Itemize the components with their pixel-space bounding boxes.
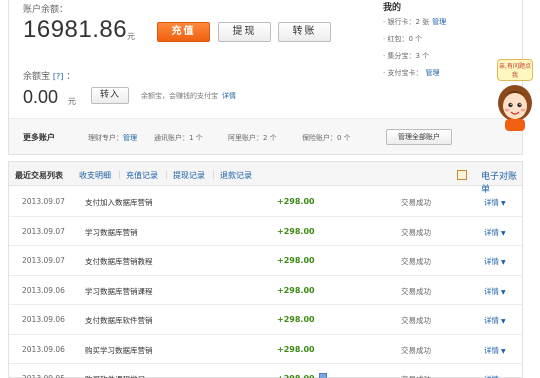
- ali-account: 阿里账户：2 个: [228, 134, 277, 142]
- telecom-account: 通讯账户：1 个: [154, 134, 203, 142]
- transaction-amount: +298.00: [277, 315, 315, 324]
- transaction-amount: +298.00: [277, 256, 315, 265]
- transaction-status: 交易成功: [401, 227, 431, 237]
- yuebao-unit: 元: [68, 97, 76, 106]
- yuebao-transfer-in-button[interactable]: 转入: [91, 87, 129, 104]
- alipay-card-manage-link[interactable]: 管理: [425, 69, 439, 77]
- tab-separator: |: [118, 170, 121, 179]
- caret-down-icon: ▼: [501, 259, 506, 266]
- transactions-list: 2013.09.07 支付加入数据库营销 +298.00 交易成功 详情 ▼ 2013.09…: [9, 187, 522, 378]
- finance-manage-link[interactable]: 管理: [123, 134, 137, 142]
- transfer-button[interactable]: 转账: [278, 22, 331, 42]
- girl-avatar-icon: [498, 85, 532, 131]
- transaction-name: 支付加入数据库营销: [85, 198, 153, 207]
- balance-amount: 16981.86: [23, 16, 128, 43]
- tab-income-expense[interactable]: 收支明细: [79, 170, 111, 181]
- charge-button[interactable]: 充值: [157, 22, 210, 42]
- table-row: 2013.09.06 购买学习数据库营销 +298.00 交易成功 详情 ▼: [9, 335, 522, 364]
- tab-separator: |: [212, 170, 215, 179]
- yuebao-label: 余额宝 [?] ：: [23, 72, 76, 82]
- table-row: 2013.09.07 支付数据库营销教程 +298.00 交易成功 详情 ▼: [9, 246, 522, 276]
- detail-label: 详情: [484, 345, 499, 355]
- transaction-date: 2013.09.05: [22, 374, 65, 378]
- asset-bank-card: · 银行卡：2 张管理: [383, 18, 447, 26]
- manage-all-accounts-button[interactable]: 管理全部账户: [386, 129, 452, 145]
- tab-separator: |: [165, 170, 168, 179]
- detail-label: 详情: [484, 257, 499, 266]
- transaction-status: 交易成功: [401, 345, 431, 355]
- yuebao-note: 余额宝，会赚钱的支付宝 详情: [141, 92, 236, 100]
- transaction-amount: +298.00: [277, 226, 315, 236]
- transaction-date: 2013.09.07: [22, 256, 65, 265]
- transaction-status: 交易成功: [401, 198, 431, 207]
- helper-bubble[interactable]: 亲,有问题点我: [497, 59, 533, 81]
- customer-service-helper[interactable]: 亲,有问题点我: [493, 59, 537, 133]
- flag-icon: [319, 373, 327, 378]
- transaction-amount: +298.00: [277, 344, 315, 354]
- detail-label: 详情: [484, 198, 499, 207]
- account-panel: 账户余额： 16981.86 元 充值 提现 转账 余额宝 [?] ： 0.00…: [8, 0, 523, 155]
- transaction-date: 2013.09.06: [22, 315, 65, 324]
- caret-down-icon: ▼: [501, 318, 506, 325]
- assets-title: 我的: [383, 3, 402, 13]
- asset-jifenbao: · 集分宝：3 个: [383, 52, 430, 60]
- transaction-detail-link[interactable]: 详情▼: [484, 227, 506, 238]
- table-row: 2013.09.07 学习数据库营销 +298.00 交易成功 详情 ▼: [9, 217, 522, 246]
- more-accounts-row: 更多账户 理财专户：管理 通讯账户：1 个 阿里账户：2 个 保险账户：0 个 …: [9, 118, 522, 154]
- finance-account: 理财专户：管理: [88, 134, 137, 142]
- transaction-name: 支付数据库软件营销: [85, 316, 153, 325]
- recent-transactions-panel: 最近交易列表 收支明细 | 充值记录 | 提现记录 | 退款记录 电子对账单 2…: [8, 161, 523, 378]
- transaction-amount: +298.00: [277, 197, 315, 206]
- transaction-date: 2013.09.06: [22, 285, 65, 295]
- transactions-title: 最近交易列表: [15, 171, 63, 180]
- tab-refund-records[interactable]: 退款记录: [220, 170, 252, 181]
- caret-down-icon: ▼: [501, 229, 506, 237]
- yuebao-help-link[interactable]: [?]: [53, 72, 64, 81]
- transaction-detail-link[interactable]: 详情▼: [484, 315, 506, 326]
- transaction-name: 购买软件课程学习: [85, 374, 145, 378]
- asset-red-packet: · 红包：0 个: [383, 35, 423, 43]
- table-row: 2013.09.07 支付加入数据库营销 +298.00 交易成功 详情 ▼: [9, 187, 522, 217]
- withdraw-button[interactable]: 提现: [218, 22, 271, 42]
- transaction-status: 交易成功: [401, 316, 431, 325]
- transactions-header: 最近交易列表 收支明细 | 充值记录 | 提现记录 | 退款记录 电子对账单: [9, 162, 522, 195]
- bank-card-manage-link[interactable]: 管理: [432, 18, 446, 26]
- transaction-amount: +298.00: [277, 285, 315, 295]
- yuebao-detail-link[interactable]: 详情: [222, 92, 236, 100]
- insurance-account: 保险账户：0 个: [302, 134, 351, 142]
- table-row: 2013.09.06 学习数据库营销课程 +298.00 交易成功 详情 ▼: [9, 276, 522, 305]
- transaction-name: 支付数据库营销教程: [85, 257, 153, 266]
- transaction-date: 2013.09.07: [22, 197, 65, 206]
- tab-withdraw-records[interactable]: 提现记录: [173, 170, 205, 181]
- transaction-detail-link[interactable]: 详情▼: [484, 197, 506, 208]
- balance-label: 账户余额：: [23, 5, 69, 15]
- caret-down-icon: ▼: [501, 347, 506, 355]
- table-row: 2013.09.06 支付数据库软件营销 +298.00 交易成功 详情 ▼: [9, 305, 522, 335]
- transaction-detail-link[interactable]: 详情▼: [484, 256, 506, 267]
- transaction-name: 学习数据库营销课程: [85, 286, 153, 296]
- table-row: 2013.09.05 购买软件课程学习 +298.00 交易成功 详情▼: [9, 364, 522, 378]
- transaction-detail-link[interactable]: 详情▼: [484, 374, 506, 378]
- caret-down-icon: ▼: [501, 288, 506, 296]
- transaction-name: 学习数据库营销: [85, 227, 138, 237]
- transaction-status: 交易成功: [401, 286, 431, 296]
- tab-recharge-records[interactable]: 充值记录: [126, 170, 158, 181]
- transaction-status: 交易成功: [401, 257, 431, 266]
- transaction-detail-link[interactable]: 详情▼: [484, 286, 506, 297]
- detail-label: 详情: [484, 286, 499, 296]
- more-accounts-title: 更多账户: [23, 133, 55, 142]
- asset-alipay-card: · 支付宝卡： 管理: [383, 69, 440, 77]
- transaction-date: 2013.09.06: [22, 344, 65, 354]
- transaction-date: 2013.09.07: [22, 226, 65, 236]
- balance-unit: 元: [127, 32, 135, 41]
- transaction-name: 购买学习数据库营销: [85, 345, 153, 355]
- transaction-status: 交易成功: [401, 374, 431, 378]
- transaction-detail-link[interactable]: 详情▼: [484, 345, 506, 356]
- detail-label: 详情: [484, 227, 499, 237]
- yuebao-amount: 0.00: [23, 87, 59, 107]
- bill-icon: [457, 170, 467, 180]
- transaction-amount: +298.00: [277, 374, 315, 378]
- detail-label: 详情: [484, 316, 499, 325]
- caret-down-icon: ▼: [501, 200, 506, 207]
